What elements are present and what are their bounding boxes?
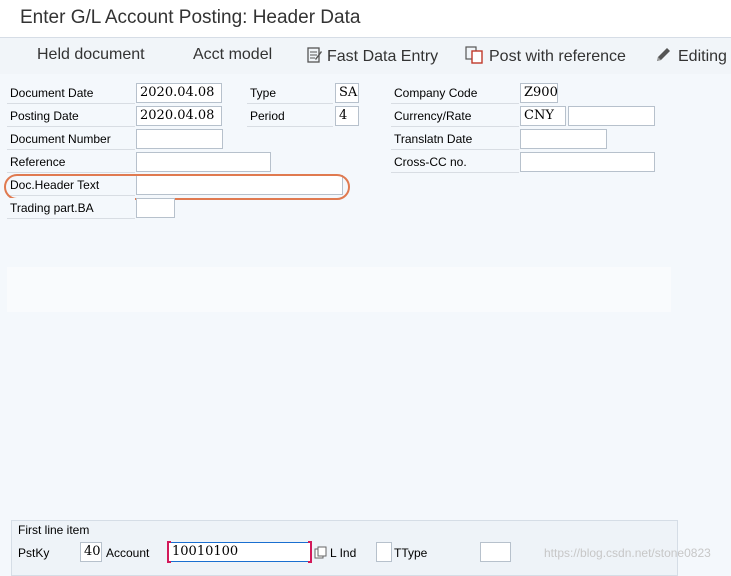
company-code-field[interactable]: Z900 [520, 83, 558, 103]
type-field[interactable]: SA [335, 83, 359, 103]
focus-marker-left [167, 541, 171, 563]
doc-header-text-field[interactable] [136, 175, 343, 195]
ttype-field[interactable] [480, 542, 511, 562]
reference-field[interactable] [136, 152, 271, 172]
pstky-label: PstKy [18, 546, 50, 560]
focus-marker-right [308, 541, 312, 563]
editing-button[interactable]: Editing [654, 46, 727, 66]
sgl-ind-label: L Ind [330, 546, 357, 560]
header-data-form: Document Date 2020.04.08 Posting Date 20… [0, 74, 731, 544]
acct-model-label: Acct model [193, 46, 273, 63]
page-title: Enter G/L Account Posting: Header Data [20, 7, 361, 28]
translatn-date-label: Translatn Date [391, 129, 519, 150]
currency-rate-label: Currency/Rate [391, 106, 519, 127]
first-line-item-title: First line item [18, 523, 90, 537]
application-toolbar: Held document Acct model Fast Data Entry… [0, 38, 731, 74]
posting-key-field[interactable]: 40 [80, 542, 102, 562]
ttype-label: TType [394, 546, 428, 560]
document-number-field[interactable] [136, 129, 223, 149]
post-with-reference-label: Post with reference [489, 48, 626, 65]
post-reference-icon [465, 46, 483, 64]
editing-label: Editing [678, 48, 727, 65]
pencil-icon [657, 48, 670, 61]
company-code-label: Company Code [391, 83, 519, 104]
period-field[interactable]: 4 [335, 106, 359, 126]
type-label: Type [247, 83, 333, 104]
reference-label: Reference [7, 152, 135, 173]
fast-entry-icon [307, 47, 322, 63]
posting-date-label: Posting Date [7, 106, 135, 127]
posting-date-field[interactable]: 2020.04.08 [136, 106, 222, 126]
fast-data-entry-button[interactable]: Fast Data Entry [305, 46, 438, 66]
acct-model-button[interactable]: Acct model [193, 46, 272, 64]
watermark: https://blog.csdn.net/stone0823 [544, 546, 711, 560]
cross-cc-no-label: Cross-CC no. [391, 152, 519, 173]
exchange-rate-field[interactable] [568, 106, 655, 126]
trading-part-ba-field[interactable] [136, 198, 175, 218]
sgl-ind-field[interactable] [376, 542, 392, 562]
document-number-label: Document Number [7, 129, 135, 150]
trading-part-ba-label: Trading part.BA [7, 198, 135, 219]
translatn-date-field[interactable] [520, 129, 607, 149]
fast-data-entry-label: Fast Data Entry [327, 48, 439, 65]
period-label: Period [247, 106, 333, 127]
empty-region [7, 267, 671, 312]
post-with-reference-button[interactable]: Post with reference [465, 46, 626, 66]
account-field[interactable]: 10010100 [168, 542, 311, 562]
title-bar: Enter G/L Account Posting: Header Data [0, 0, 731, 38]
document-date-field[interactable]: 2020.04.08 [136, 83, 222, 103]
held-document-label: Held document [37, 46, 145, 63]
doc-header-text-label: Doc.Header Text [7, 175, 135, 196]
held-document-button[interactable]: Held document [37, 46, 145, 64]
cross-cc-no-field[interactable] [520, 152, 655, 172]
currency-field[interactable]: CNY [520, 106, 566, 126]
copy-icon[interactable] [314, 546, 327, 559]
account-label: Account [106, 546, 150, 560]
document-date-label: Document Date [7, 83, 135, 104]
